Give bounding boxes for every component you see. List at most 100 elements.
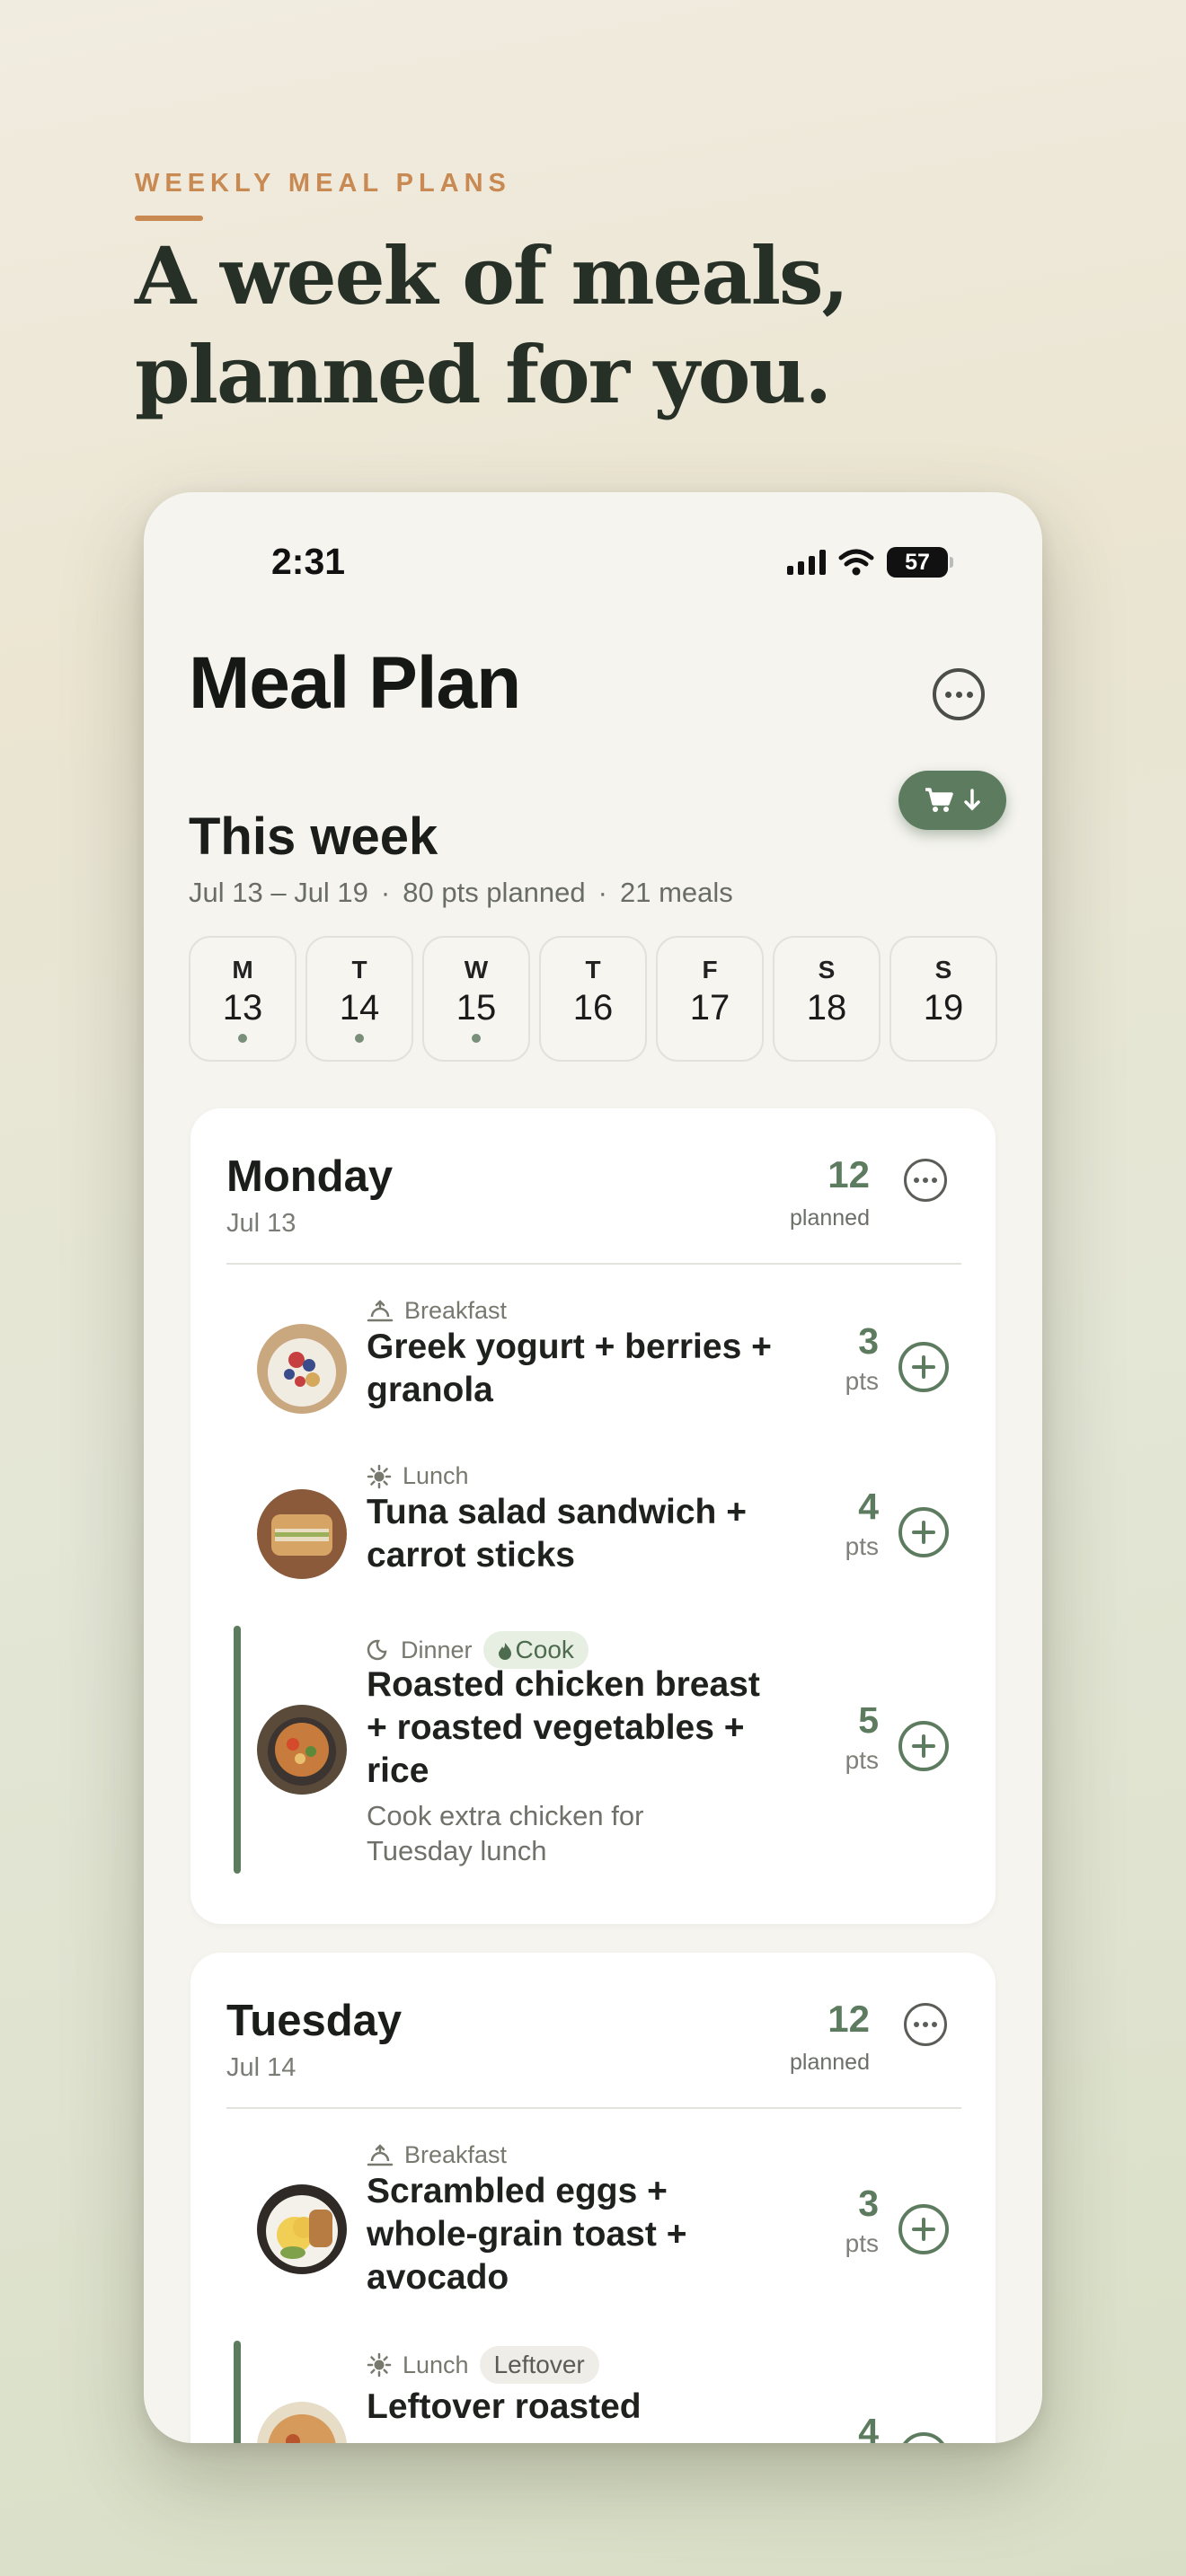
meal-name: Tuna salad sandwich + carrot sticks	[367, 1493, 747, 1575]
flame-icon	[498, 1643, 511, 1660]
meal-type: Breakfast	[367, 2141, 507, 2169]
day-letter: S	[818, 956, 836, 984]
week-meals: 21 meals	[619, 877, 733, 908]
day-number: 16	[572, 988, 614, 1028]
plus-icon	[912, 1521, 935, 1544]
week-meta: Jul 13 – Jul 19 · 80 pts planned · 21 me…	[189, 877, 733, 909]
day-strip: M 13 T 14 W 15 T 16 F 17 S 18 S 19	[189, 936, 997, 1062]
day-letter: S	[934, 956, 952, 984]
day-more-button[interactable]	[904, 2003, 947, 2046]
day-number: 18	[806, 988, 847, 1028]
day-letter: T	[585, 956, 601, 984]
promo-headline-line-1: A week of meals,	[135, 229, 849, 322]
day-number: 13	[222, 988, 263, 1028]
moon-icon	[367, 1639, 387, 1661]
sunrise-icon	[367, 1299, 394, 1321]
day-pill-mon[interactable]: M 13	[189, 936, 296, 1062]
plus-icon	[912, 1355, 935, 1379]
week-points: 80 pts planned	[403, 877, 586, 908]
meal-type: Lunch	[367, 1462, 469, 1490]
plus-icon	[912, 1734, 935, 1758]
divider	[226, 1263, 961, 1265]
divider	[226, 2107, 961, 2109]
add-meal-button[interactable]	[898, 1342, 949, 1392]
day-number: 19	[923, 988, 964, 1028]
planned-dot	[472, 1034, 481, 1043]
add-meal-button[interactable]	[898, 1507, 949, 1557]
day-pill-tue[interactable]: T 14	[305, 936, 413, 1062]
meal-row-breakfast[interactable]: Breakfast Scrambled eggs + whole-grain t…	[190, 2141, 996, 2312]
download-arrow-icon	[964, 789, 980, 811]
day-date: Jul 14	[226, 2053, 296, 2082]
day-name: Monday	[226, 1152, 394, 1201]
meal-points: 4	[858, 1486, 879, 1527]
add-meal-button[interactable]	[898, 1721, 949, 1771]
leftover-tag: Leftover	[479, 2346, 599, 2384]
day-name: Tuesday	[226, 1997, 403, 2045]
meal-name: Greek yogurt + berries + granola	[367, 1328, 772, 1409]
sunrise-icon	[367, 2143, 394, 2166]
meal-points-unit: pts	[845, 1532, 879, 1560]
day-points-label: planned	[790, 2050, 870, 2075]
more-options-button[interactable]	[933, 668, 985, 720]
meal-type-label: Lunch	[403, 2351, 469, 2378]
meal-row-breakfast[interactable]: Breakfast Greek yogurt + berries + grano…	[190, 1297, 996, 1432]
meal-name: Leftover roasted	[367, 2387, 642, 2426]
meal-photo-eggs	[257, 2184, 347, 2274]
week-range: Jul 13 – Jul 19	[189, 877, 368, 908]
status-time: 2:31	[271, 541, 346, 582]
day-letter: M	[232, 956, 253, 984]
sun-icon	[367, 1464, 392, 1488]
battery-icon: 57	[887, 547, 953, 578]
day-number: 14	[339, 988, 380, 1028]
add-meal-button[interactable]	[898, 2432, 949, 2443]
wifi-icon	[838, 549, 874, 576]
planned-dot	[238, 1034, 247, 1043]
day-letter: W	[464, 956, 489, 984]
shopping-list-button[interactable]	[898, 771, 1006, 830]
day-more-button[interactable]	[904, 1159, 947, 1202]
meal-points: 3	[858, 1320, 879, 1362]
meal-photo-sandwich	[257, 1489, 347, 1579]
day-pill-sun[interactable]: S 19	[890, 936, 997, 1062]
meal-accent-bar	[234, 2341, 241, 2443]
meal-name: Roasted chicken breast + roasted vegetab…	[367, 1665, 760, 1790]
day-pill-fri[interactable]: F 17	[656, 936, 764, 1062]
day-points: 12	[828, 1153, 870, 1195]
cart-icon	[925, 788, 953, 812]
meal-points: 5	[858, 1699, 879, 1741]
cellular-signal-icon	[787, 550, 826, 575]
meal-row-lunch[interactable]: Lunch Tuna salad sandwich + carrot stick…	[190, 1462, 996, 1597]
meal-row-dinner[interactable]: Dinner Cook Roasted chicken breast + roa…	[190, 1626, 996, 1886]
meal-accent-bar	[234, 1626, 241, 1874]
day-card-monday: Monday Jul 13 12 planned Breakfast Greek…	[190, 1108, 996, 1924]
day-letter: F	[702, 956, 718, 984]
day-card-tuesday: Tuesday Jul 14 12 planned Breakfast Scra…	[190, 1953, 996, 2443]
day-pill-sat[interactable]: S 18	[773, 936, 881, 1062]
meta-separator: ·	[597, 877, 607, 908]
day-points: 12	[828, 1998, 870, 2040]
status-icons: 57	[787, 544, 953, 580]
meal-row-lunch[interactable]: Lunch Leftover Leftover roasted 4 pts	[190, 2341, 996, 2443]
promo-kicker-rule	[135, 216, 203, 221]
meta-separator: ·	[380, 877, 391, 908]
day-pill-thu[interactable]: T 16	[539, 936, 647, 1062]
meal-type-label: Dinner	[401, 1636, 473, 1663]
meal-points-unit: pts	[845, 1367, 879, 1395]
meal-name: Scrambled eggs + whole-grain toast + avo…	[367, 2172, 687, 2297]
day-date: Jul 13	[226, 1209, 296, 1238]
phone-screen: 2:31 57 Meal Plan This week Jul 13 – Jul…	[144, 492, 1042, 2443]
meal-note: Cook extra chicken for Tuesday lunch	[367, 1800, 644, 1866]
day-number: 17	[689, 988, 730, 1028]
promo-headline: A week of meals, planned for you.	[135, 226, 943, 424]
meal-points: 4	[858, 2411, 879, 2443]
meal-points-unit: pts	[845, 2229, 879, 2257]
planned-dot	[355, 1034, 364, 1043]
day-pill-wed[interactable]: W 15	[422, 936, 530, 1062]
meal-type-label: Breakfast	[404, 2141, 508, 2168]
meal-type-label: Breakfast	[404, 1297, 508, 1324]
add-meal-button[interactable]	[898, 2204, 949, 2254]
meal-type: Lunch Leftover	[367, 2346, 599, 2384]
meal-type: Breakfast	[367, 1297, 507, 1325]
meal-points: 3	[858, 2183, 879, 2224]
